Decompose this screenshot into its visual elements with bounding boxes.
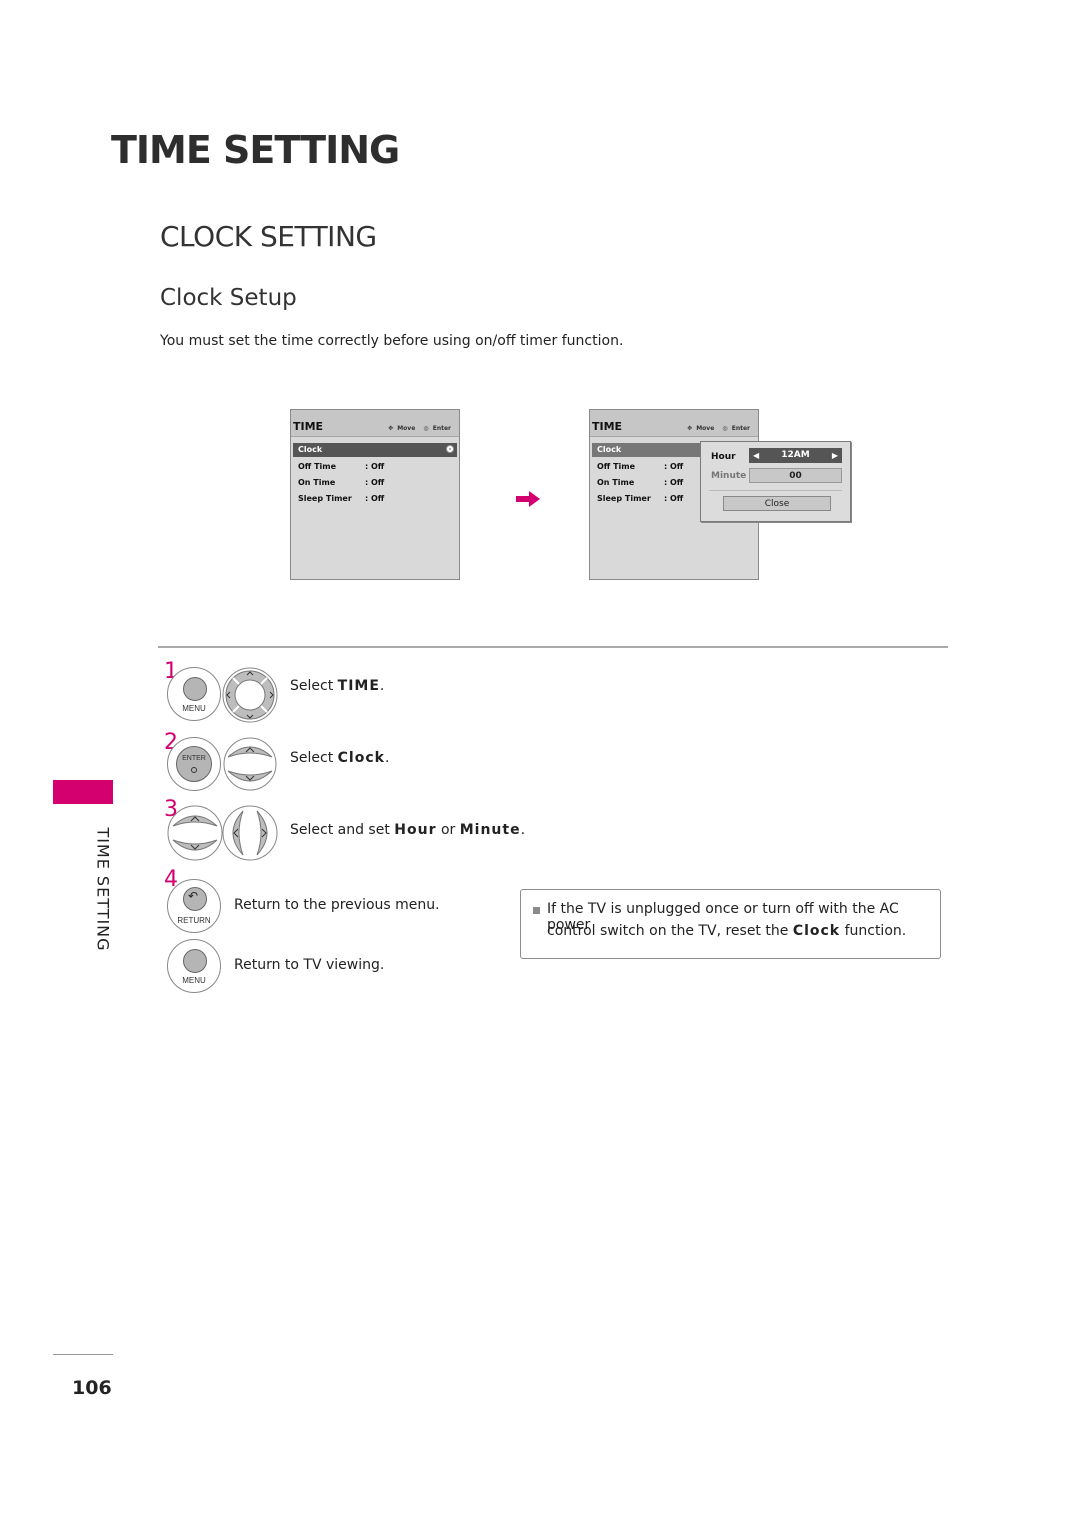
enter-button: ENTER [167, 737, 221, 791]
enter-icon: ◎ [722, 425, 728, 432]
step-text-suffix: . [379, 678, 385, 694]
note-box: If the TV is unplugged once or turn off … [520, 889, 941, 959]
hint-move: Move [696, 425, 715, 432]
osd-item-label: Clock [597, 445, 622, 454]
arrow-right-icon [516, 491, 540, 507]
page-number: 106 [72, 1377, 112, 1399]
subsection-title: Clock Setup [160, 285, 297, 311]
section-title: CLOCK SETTING [160, 220, 377, 253]
hint-move: Move [397, 425, 416, 432]
side-tab-label: TIME SETTING [93, 827, 113, 952]
step-text-bold: TIME [337, 678, 380, 694]
note-text: function. [840, 923, 907, 939]
enter-dot-icon [191, 767, 197, 773]
hour-label: Hour [711, 452, 736, 462]
return-button: RETURN [167, 879, 221, 933]
osd-item-label: Off Time [597, 462, 636, 471]
enter-indicator-icon [446, 445, 454, 453]
hint-enter: Enter [432, 425, 451, 432]
osd-item-label: On Time [298, 478, 336, 487]
button-circle-icon [183, 677, 207, 701]
menu-button: MENU [167, 939, 221, 993]
arrow-left-icon[interactable]: ◀ [753, 448, 759, 463]
osd-item-label: Sleep Timer [298, 494, 352, 503]
note-line-2: control switch on the TV, reset the Cloc… [547, 923, 906, 939]
osd-item-value: : Off [365, 478, 385, 487]
step-2-text: Select Clock. [290, 750, 389, 766]
osd-item-value: : Off [664, 462, 684, 471]
enter-icon: ◎ [423, 425, 429, 432]
osd-header: TIME ✥ Move ◎ Enter [590, 410, 758, 437]
step-text-prefix: Select and set [290, 822, 395, 838]
step-text-mid: or [436, 822, 460, 838]
step-text-prefix: Select [290, 678, 338, 694]
step-4-text: Return to the previous menu. [234, 897, 440, 913]
step-3-text: Select and set Hour or Minute. [290, 822, 525, 838]
clock-popup: Hour ◀ 12AM ▶ Minute 00 Close [700, 441, 851, 522]
osd-menu-before: TIME ✥ Move ◎ Enter Clock Off Time : Off… [290, 409, 460, 580]
step-text-bold: Clock [337, 750, 385, 766]
menu-button: MENU [167, 667, 221, 721]
hour-selector[interactable]: ◀ 12AM ▶ [749, 448, 842, 463]
osd-hint: ✥ Move ◎ Enter [382, 425, 451, 432]
osd-title: TIME [293, 420, 324, 433]
step-1-text: Select TIME. [290, 678, 384, 694]
intro-text: You must set the time correctly before u… [160, 333, 624, 349]
up-down-pad-icon [167, 805, 223, 861]
button-label: MENU [182, 704, 206, 713]
osd-item-label: Clock [298, 445, 323, 454]
page-number-rule [53, 1354, 113, 1355]
step-text-bold: Hour [394, 822, 437, 838]
hour-value: 12AM [781, 450, 810, 460]
osd-item-clock[interactable]: Clock [293, 443, 457, 457]
step-text-suffix: . [520, 822, 526, 838]
osd-item-value: : Off [365, 462, 385, 471]
bullet-square-icon [533, 907, 540, 914]
osd-item-value: : Off [664, 478, 684, 487]
side-tab-marker [53, 780, 113, 804]
return-arrow-icon [183, 887, 207, 911]
note-bold: Clock [792, 923, 841, 939]
close-button[interactable]: Close [723, 496, 831, 511]
button-circle-icon: ENTER [176, 746, 212, 782]
osd-item-value: : Off [365, 494, 385, 503]
button-label: MENU [182, 976, 206, 985]
minute-label: Minute [711, 471, 747, 481]
osd-item-sleep-timer[interactable]: Sleep Timer : Off [293, 491, 457, 507]
button-label: RETURN [177, 916, 211, 925]
step-text-prefix: Select [290, 750, 338, 766]
osd-item-value: : Off [664, 494, 684, 503]
button-circle-icon [183, 949, 207, 973]
chapter-title: TIME SETTING [111, 128, 400, 172]
osd-item-label: Sleep Timer [597, 494, 651, 503]
up-down-pad-icon [223, 737, 277, 791]
note-text: control switch on the TV, reset the [547, 923, 793, 939]
osd-item-label: On Time [597, 478, 635, 487]
divider [709, 490, 842, 491]
section-divider [158, 646, 948, 648]
arrow-right-icon[interactable]: ▶ [832, 448, 838, 463]
step-text-bold: Minute [459, 822, 521, 838]
step-text-suffix: . [384, 750, 390, 766]
minute-field[interactable]: 00 [749, 468, 842, 483]
osd-header: TIME ✥ Move ◎ Enter [291, 410, 459, 437]
osd-title: TIME [592, 420, 623, 433]
osd-item-label: Off Time [298, 462, 337, 471]
step-5-text: Return to TV viewing. [234, 957, 385, 973]
left-right-pad-icon [222, 805, 278, 861]
minute-value: 00 [789, 471, 802, 481]
hint-enter: Enter [731, 425, 750, 432]
osd-hint: ✥ Move ◎ Enter [681, 425, 750, 432]
osd-item-off-time[interactable]: Off Time : Off [293, 459, 457, 475]
move-icon: ✥ [687, 425, 693, 432]
move-icon: ✥ [388, 425, 394, 432]
osd-item-on-time[interactable]: On Time : Off [293, 475, 457, 491]
four-way-pad-icon [222, 667, 278, 723]
button-label: ENTER [182, 755, 206, 762]
